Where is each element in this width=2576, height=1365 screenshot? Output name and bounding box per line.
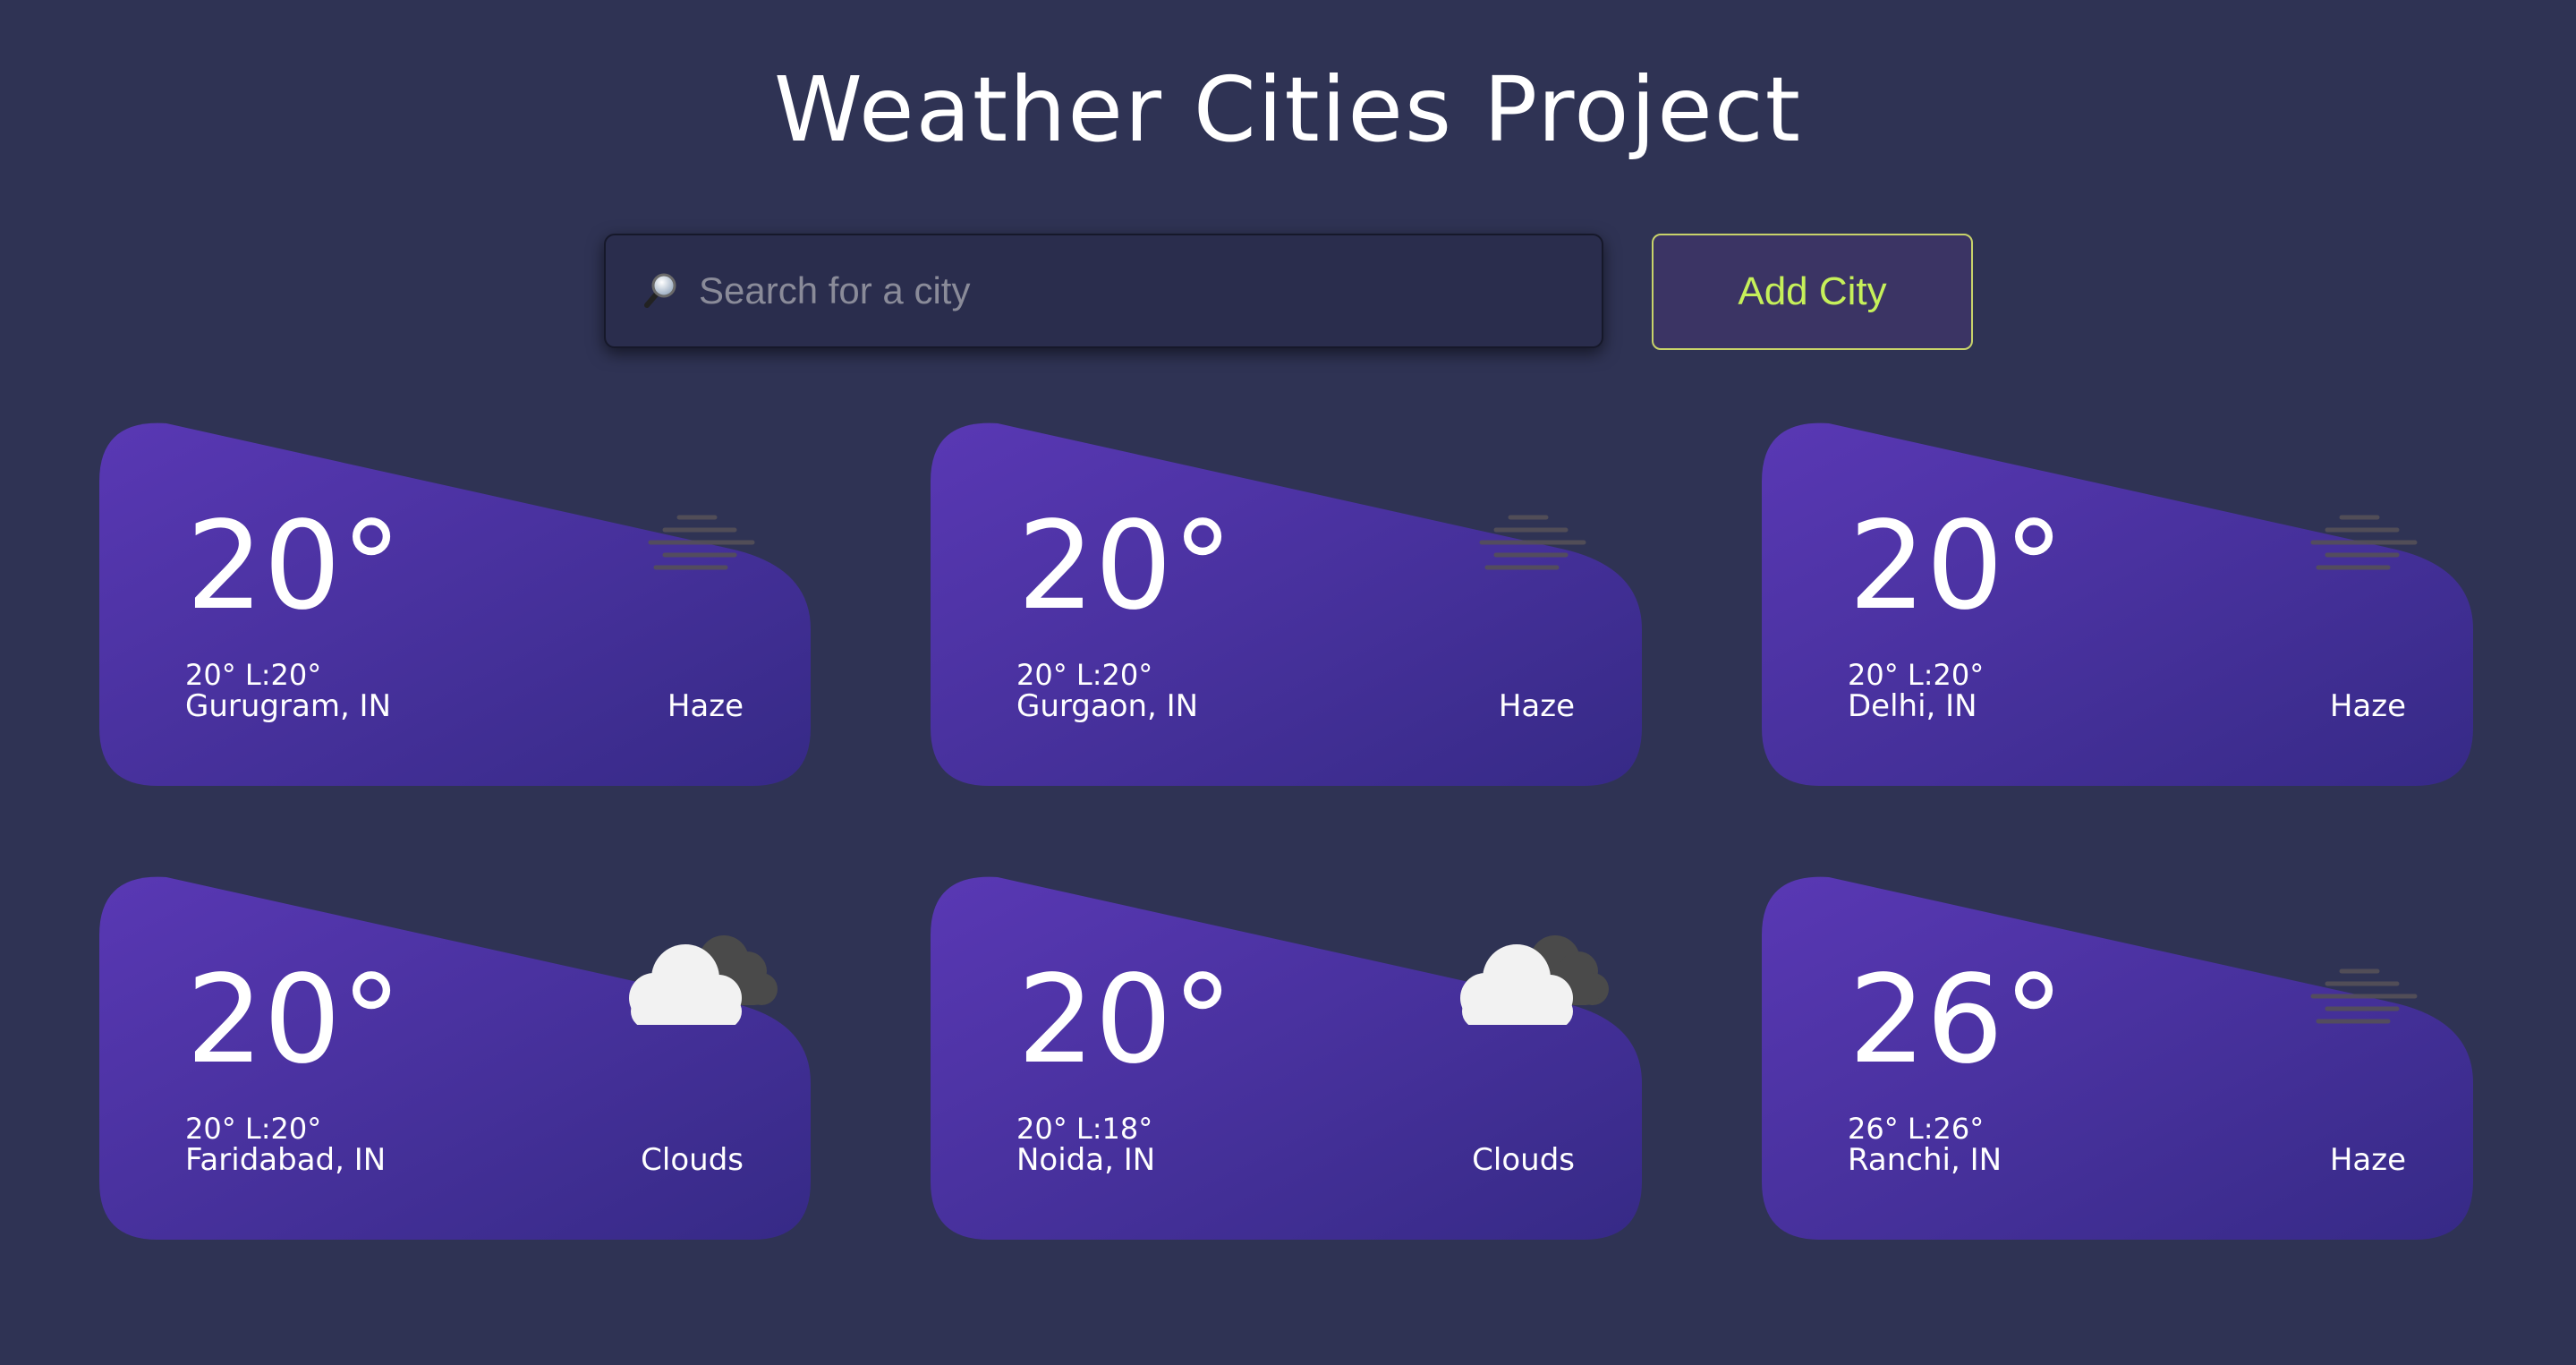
city-name: Ranchi, IN bbox=[1848, 1142, 2002, 1178]
weather-condition: Haze bbox=[1498, 688, 1575, 724]
high-low: 20° L:20° bbox=[185, 1112, 322, 1146]
page-title: Weather Cities Project bbox=[774, 57, 1802, 162]
city-name: Gurgaon, IN bbox=[1016, 688, 1199, 724]
weather-condition: Clouds bbox=[1472, 1142, 1575, 1178]
high-low: 20° L:20° bbox=[1848, 658, 1985, 692]
magnifier-icon bbox=[644, 273, 676, 308]
weather-condition: Haze bbox=[2329, 688, 2406, 724]
city-name: Delhi, IN bbox=[1848, 688, 1977, 724]
weather-condition: Clouds bbox=[641, 1142, 744, 1178]
temperature: 20° bbox=[186, 950, 403, 1091]
weather-condition: Haze bbox=[667, 688, 744, 724]
weather-card: 20° 20° L:20° Delhi, IN Haze bbox=[1762, 419, 2478, 786]
add-city-button[interactable]: Add City bbox=[1652, 234, 1973, 350]
weather-card: 20° 20° L:20° Faridabad, IN Clouds bbox=[99, 873, 815, 1240]
city-name: Faridabad, IN bbox=[185, 1142, 387, 1178]
weather-condition: Haze bbox=[2329, 1142, 2406, 1178]
high-low: 20° L:20° bbox=[185, 658, 322, 692]
city-name: Noida, IN bbox=[1016, 1142, 1156, 1178]
haze-icon bbox=[1479, 515, 1586, 570]
search-input[interactable] bbox=[699, 255, 1576, 327]
clouds-icon bbox=[629, 935, 778, 1025]
weather-card: 20° 20° L:18° Noida, IN Clouds bbox=[931, 873, 1646, 1240]
high-low: 26° L:26° bbox=[1848, 1112, 1985, 1146]
high-low: 20° L:20° bbox=[1016, 658, 1153, 692]
clouds-icon bbox=[1460, 935, 1609, 1025]
haze-icon bbox=[648, 515, 755, 570]
weather-card: 20° 20° L:20° Gurugram, IN Haze bbox=[99, 419, 815, 786]
temperature: 20° bbox=[1017, 496, 1234, 637]
weather-card: 26° 26° L:26° Ranchi, IN Haze bbox=[1762, 873, 2478, 1240]
temperature: 20° bbox=[1849, 496, 2065, 637]
temperature: 26° bbox=[1849, 950, 2065, 1091]
city-name: Gurugram, IN bbox=[185, 688, 392, 724]
haze-icon bbox=[2310, 968, 2418, 1024]
haze-icon bbox=[2310, 515, 2418, 570]
search-box[interactable] bbox=[604, 234, 1603, 348]
weather-card: 20° 20° L:20° Gurgaon, IN Haze bbox=[931, 419, 1646, 786]
temperature: 20° bbox=[186, 496, 403, 637]
temperature: 20° bbox=[1017, 950, 1234, 1091]
high-low: 20° L:18° bbox=[1016, 1112, 1153, 1146]
